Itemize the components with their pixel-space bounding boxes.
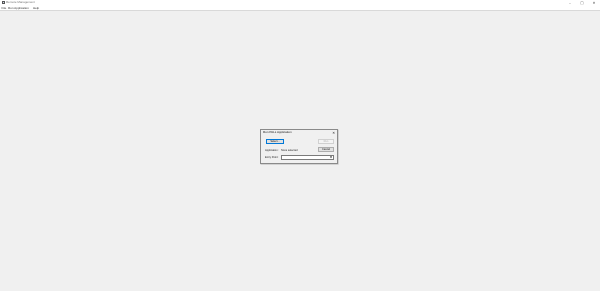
run-button[interactable]: Run: [318, 139, 334, 144]
menu-bar: File Run Application Help: [0, 6, 600, 11]
run-application-dialog: Run PALL Application ✕ Select... Run Can…: [260, 129, 338, 164]
select-button[interactable]: Select...: [266, 139, 284, 144]
entry-point-label: Entry Point:: [265, 155, 279, 159]
window-title: Remote Management: [6, 0, 35, 4]
entry-point-dropdown[interactable]: ▼: [281, 155, 334, 160]
application-value: None selected: [281, 148, 298, 152]
dialog-title: Run PALL Application: [263, 130, 292, 135]
menu-run-application[interactable]: Run Application: [8, 6, 29, 11]
app-icon: [2, 1, 5, 4]
dialog-close-button[interactable]: ✕: [332, 131, 336, 136]
cancel-button[interactable]: Cancel: [318, 147, 334, 152]
chevron-down-icon[interactable]: ▼: [329, 156, 333, 160]
menu-file[interactable]: File: [2, 6, 7, 11]
menu-help[interactable]: Help: [33, 6, 39, 11]
application-label: Application:: [265, 148, 279, 152]
